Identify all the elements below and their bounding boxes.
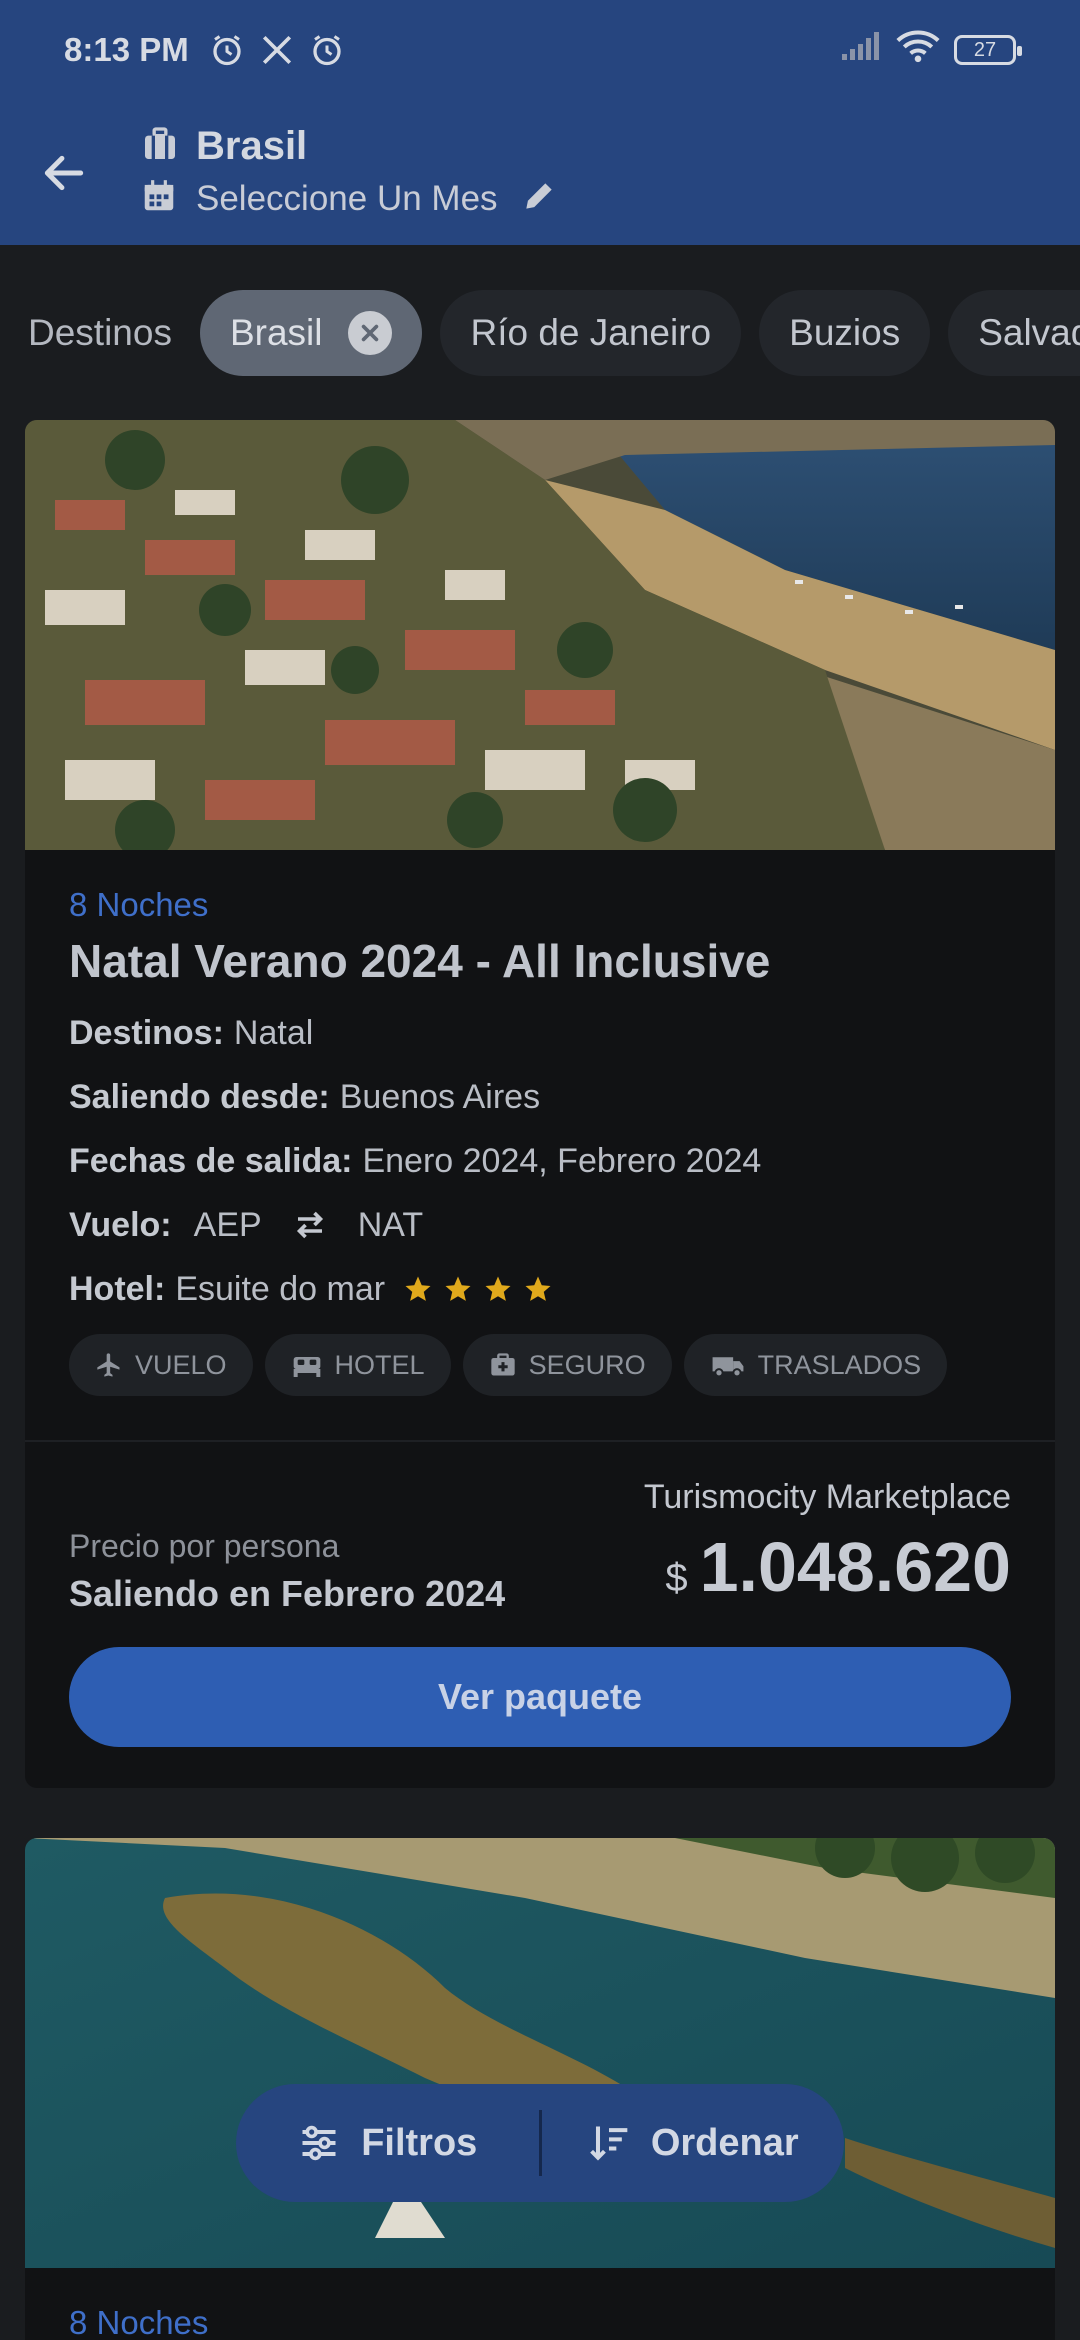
package-photo [25, 1838, 1055, 2268]
destinations-label: Destinos: [69, 1013, 224, 1052]
package-title: Natal Verano 2024 - All Inclusive [69, 935, 771, 987]
nights-label: 8 Noches [69, 2304, 209, 2340]
wifi-icon [896, 29, 940, 71]
month-selector[interactable]: Seleccione Un Mes [196, 179, 498, 219]
departure-city-row: Saliendo desde: Buenos Aires [69, 1078, 1011, 1116]
filter-sort-bar: Filtros Ordenar [236, 2084, 844, 2202]
tag-label: HOTEL [334, 1349, 425, 1380]
bed-icon [293, 1357, 320, 1377]
flight-label: Vuelo: [69, 1205, 172, 1244]
tag-transfers: TRASLADOS [683, 1334, 948, 1396]
flight-origin: AEP [193, 1205, 262, 1244]
chip-buzios[interactable]: Buzios [759, 290, 931, 376]
medical-kit-icon [490, 1353, 515, 1376]
close-icon[interactable] [348, 311, 393, 355]
sort-icon [589, 2126, 628, 2161]
package-photo [25, 420, 1055, 850]
star-icon [445, 1276, 471, 1301]
price-per-person-label: Precio por persona [69, 1528, 340, 1564]
hotel-row: Hotel: Esuite do mar [69, 1270, 1011, 1308]
x-logo-icon [257, 30, 297, 70]
alarm-icon [307, 30, 347, 70]
departure-city-label: Saliendo desde: [69, 1077, 330, 1116]
battery-icon: 27 [954, 35, 1022, 65]
chip-salvador[interactable]: Salvador [948, 290, 1080, 376]
signal-icon [840, 30, 882, 70]
price-section: Precio por persona Saliendo en Febrero 2… [25, 1478, 1055, 1615]
van-icon [712, 1357, 744, 1378]
sliders-icon [302, 2125, 336, 2161]
swap-arrows-icon [292, 1210, 328, 1240]
destinations-row: Destinos: Natal [69, 1014, 1011, 1052]
included-services: VUELO HOTEL SEGURO TRASLADOS [69, 1334, 1011, 1396]
chip-label: Brasil [229, 312, 323, 353]
chip-label: Salvador [978, 312, 1080, 353]
filters-button[interactable]: Filtros [236, 2121, 539, 2165]
hotel-label: Hotel: [69, 1269, 166, 1308]
page-title: Brasil [196, 124, 308, 168]
tag-flight: VUELO [69, 1334, 253, 1396]
calendar-icon [140, 177, 178, 220]
filters-label: Filtros [361, 2121, 478, 2164]
tag-insurance: SEGURO [462, 1334, 672, 1396]
star-icon [485, 1276, 511, 1301]
chip-brasil[interactable]: Brasil [199, 290, 423, 376]
chips-label: Destinos [28, 312, 172, 353]
nights-label: 8 Noches [69, 886, 209, 923]
trip-header[interactable]: Brasil Seleccione Un Mes [140, 121, 558, 225]
chip-label: Río de Janeiro [470, 312, 712, 353]
sort-label: Ordenar [650, 2121, 799, 2164]
departure-city-value: Buenos Aires [339, 1077, 541, 1116]
airplane-icon [97, 1353, 120, 1377]
chip-rio-de-janeiro[interactable]: Río de Janeiro [440, 290, 742, 376]
pencil-icon[interactable] [520, 177, 558, 220]
sort-button[interactable]: Ordenar [542, 2121, 845, 2165]
view-package-button[interactable]: Ver paquete [69, 1647, 1011, 1747]
departure-dates-label: Fechas de salida: [69, 1141, 353, 1180]
price: $ 1.048.620 [644, 1527, 1011, 1607]
departure-dates-value: Enero 2024, Febrero 2024 [362, 1141, 762, 1180]
chip-label: Buzios [789, 312, 901, 353]
battery-level: 27 [973, 38, 997, 61]
alarm-icon [207, 30, 247, 70]
flight-destination: NAT [357, 1205, 424, 1244]
package-card[interactable]: 8 Noches Natal Verano 2024 - All Inclusi… [25, 420, 1055, 1788]
status-time: 8:13 PM [64, 31, 189, 68]
status-bar: 8:13 PM 27 [0, 0, 1080, 100]
divider [25, 1440, 1055, 1442]
arrow-left-icon [44, 155, 84, 190]
price-amount: 1.048.620 [699, 1528, 1011, 1606]
back-button[interactable] [32, 141, 96, 205]
tag-label: TRASLADOS [757, 1349, 922, 1380]
app-bar: Brasil Seleccione Un Mes [0, 100, 1080, 245]
flight-row: Vuelo: AEP NAT [69, 1206, 1011, 1244]
destination-chips: Destinos Brasil Río de Janeiro Buzios Sa… [0, 288, 1080, 378]
hotel-rating [403, 1274, 553, 1304]
tag-label: VUELO [135, 1349, 227, 1380]
star-icon [525, 1276, 551, 1301]
provider-name: Turismocity Marketplace [643, 1478, 1011, 1516]
star-icon [405, 1276, 431, 1301]
destinations-value: Natal [233, 1013, 314, 1052]
departure-dates-row: Fechas de salida: Enero 2024, Febrero 20… [69, 1142, 1011, 1180]
luggage-icon [140, 124, 180, 169]
tag-hotel: HOTEL [264, 1334, 451, 1396]
departure-month: Saliendo en Febrero 2024 [69, 1573, 506, 1614]
currency-symbol: $ [665, 1556, 688, 1600]
tag-label: SEGURO [528, 1349, 646, 1380]
hotel-name: Esuite do mar [175, 1269, 386, 1308]
